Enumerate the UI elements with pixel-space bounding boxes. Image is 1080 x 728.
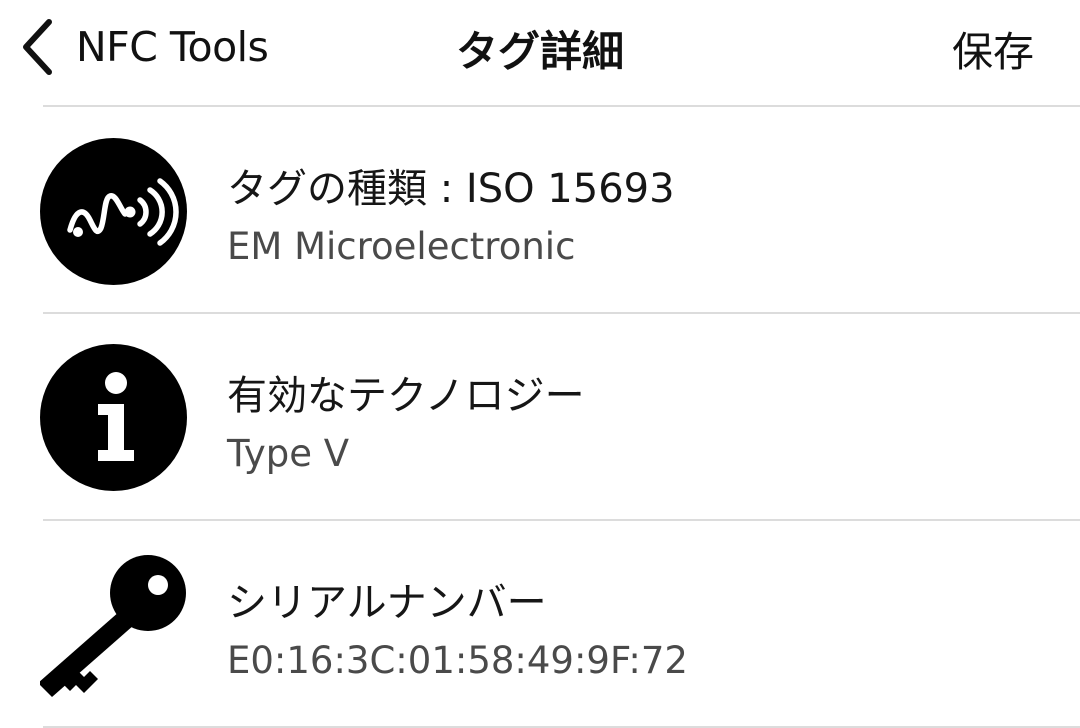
row-title: 有効なテクノロジー: [227, 373, 585, 419]
row-value: EM Microelectronic: [227, 225, 576, 268]
navigation-bar: NFC Tools タグ詳細 保存: [0, 0, 1080, 106]
list-item-serial-number[interactable]: シリアルナンバー E0:16:3C:01:58:49:9F:72: [0, 521, 1080, 727]
row-title: タグの種類 : ISO 15693: [227, 166, 675, 212]
back-button-label: NFC Tools: [76, 23, 269, 71]
nfc-wave-icon: [40, 138, 187, 285]
list-item-technologies[interactable]: 有効なテクノロジー Type V: [0, 314, 1080, 520]
row-value: E0:16:3C:01:58:49:9F:72: [227, 639, 688, 682]
list-item-tag-type[interactable]: タグの種類 : ISO 15693 EM Microelectronic: [0, 107, 1080, 313]
save-button[interactable]: 保存: [952, 18, 1034, 78]
info-icon: [40, 344, 187, 491]
page-title: タグ詳細: [455, 27, 624, 76]
row-value: Type V: [227, 432, 350, 475]
key-icon: [38, 549, 187, 697]
row-title: シリアルナンバー: [227, 580, 547, 626]
back-button[interactable]: NFC Tools: [20, 14, 269, 80]
chevron-left-icon: [20, 17, 54, 77]
